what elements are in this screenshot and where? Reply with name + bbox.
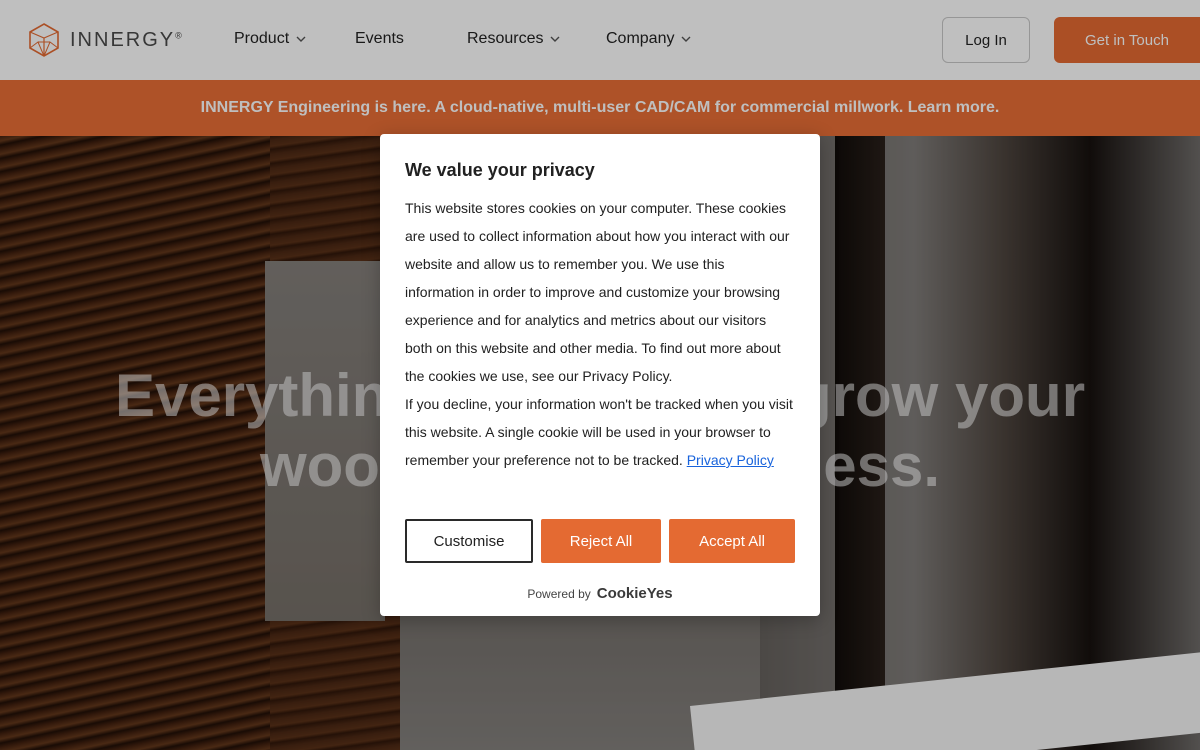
cookie-modal-body: This website stores cookies on your comp… xyxy=(405,194,797,474)
reject-all-button[interactable]: Reject All xyxy=(541,519,661,563)
cookie-modal-paragraph-2: If you decline, your information won't b… xyxy=(405,396,793,468)
cookie-consent-modal: We value your privacy This website store… xyxy=(380,134,820,616)
cookieyes-logo[interactable]: CookieYes xyxy=(597,585,673,602)
cookie-modal-title: We value your privacy xyxy=(405,160,595,180)
accept-all-button[interactable]: Accept All xyxy=(669,519,795,563)
privacy-policy-link[interactable]: Privacy Policy xyxy=(687,452,774,468)
customise-button[interactable]: Customise xyxy=(405,519,533,563)
powered-by: Powered by CookieYes xyxy=(380,585,820,602)
powered-by-label: Powered by xyxy=(527,587,591,601)
cookie-modal-paragraph-1: This website stores cookies on your comp… xyxy=(405,200,790,384)
